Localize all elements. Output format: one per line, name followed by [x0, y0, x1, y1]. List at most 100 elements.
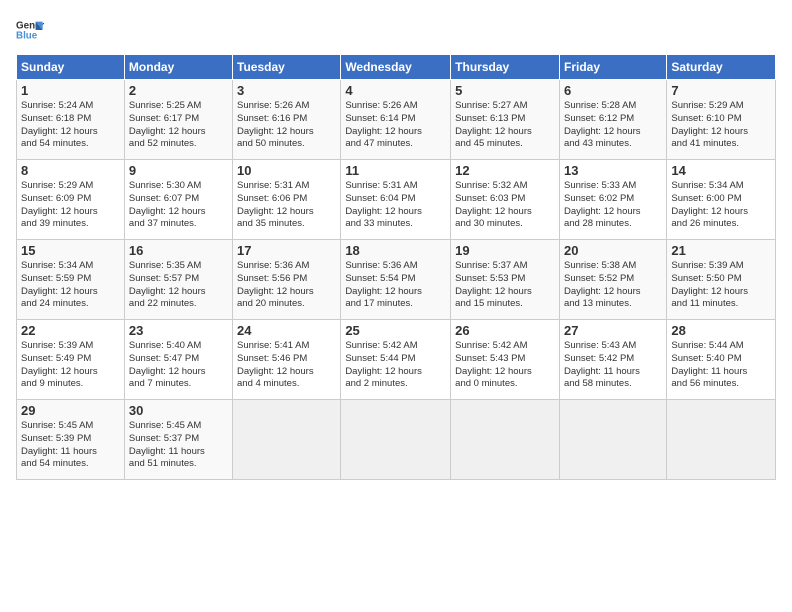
day-info: Sunrise: 5:45 AM Sunset: 5:39 PM Dayligh…	[21, 420, 120, 471]
day-info: Sunrise: 5:26 AM Sunset: 6:16 PM Dayligh…	[237, 100, 336, 151]
calendar-cell: 17 Sunrise: 5:36 AM Sunset: 5:56 PM Dayli…	[233, 240, 341, 320]
day-number: 16	[129, 243, 228, 258]
weekday-header: Friday	[559, 55, 666, 80]
calendar-thead: SundayMondayTuesdayWednesdayThursdayFrid…	[17, 55, 776, 80]
day-number: 23	[129, 323, 228, 338]
calendar-cell: 22Sunrise: 5:39 AM Sunset: 5:49 PM Dayli…	[17, 320, 125, 400]
calendar-cell: 7 Sunrise: 5:29 AM Sunset: 6:10 PM Daylig…	[667, 80, 776, 160]
day-number: 26	[455, 323, 555, 338]
day-info: Sunrise: 5:37 AM Sunset: 5:53 PM Dayligh…	[455, 260, 555, 311]
calendar-cell: 18 Sunrise: 5:36 AM Sunset: 5:54 PM Dayli…	[341, 240, 451, 320]
calendar-cell: 11 Sunrise: 5:31 AM Sunset: 6:04 PM Dayli…	[341, 160, 451, 240]
calendar-cell: 23Sunrise: 5:40 AM Sunset: 5:47 PM Dayli…	[124, 320, 232, 400]
day-number: 7	[671, 83, 771, 98]
day-info: Sunrise: 5:36 AM Sunset: 5:56 PM Dayligh…	[237, 260, 336, 311]
day-number: 9	[129, 163, 228, 178]
calendar-cell: 19 Sunrise: 5:37 AM Sunset: 5:53 PM Dayli…	[451, 240, 560, 320]
calendar-cell: 30 Sunrise: 5:45 AM Sunset: 5:37 PM Dayli…	[124, 400, 232, 480]
day-number: 19	[455, 243, 555, 258]
weekday-header: Wednesday	[341, 55, 451, 80]
day-info: Sunrise: 5:31 AM Sunset: 6:04 PM Dayligh…	[345, 180, 446, 231]
day-number: 10	[237, 163, 336, 178]
day-info: Sunrise: 5:42 AM Sunset: 5:43 PM Dayligh…	[455, 340, 555, 391]
day-info: Sunrise: 5:24 AM Sunset: 6:18 PM Dayligh…	[21, 100, 120, 151]
calendar-cell: 28 Sunrise: 5:44 AM Sunset: 5:40 PM Dayli…	[667, 320, 776, 400]
calendar-cell: 1 Sunrise: 5:24 AM Sunset: 6:18 PM Daylig…	[17, 80, 125, 160]
day-number: 2	[129, 83, 228, 98]
calendar-tbody: 1 Sunrise: 5:24 AM Sunset: 6:18 PM Daylig…	[17, 80, 776, 480]
day-info: Sunrise: 5:31 AM Sunset: 6:06 PM Dayligh…	[237, 180, 336, 231]
day-number: 21	[671, 243, 771, 258]
day-info: Sunrise: 5:27 AM Sunset: 6:13 PM Dayligh…	[455, 100, 555, 151]
weekday-header: Saturday	[667, 55, 776, 80]
day-number: 17	[237, 243, 336, 258]
day-number: 22	[21, 323, 120, 338]
calendar-week-row: 1 Sunrise: 5:24 AM Sunset: 6:18 PM Daylig…	[17, 80, 776, 160]
calendar-cell: 29Sunrise: 5:45 AM Sunset: 5:39 PM Dayli…	[17, 400, 125, 480]
calendar-cell	[341, 400, 451, 480]
day-number: 1	[21, 83, 120, 98]
calendar-cell: 3Sunrise: 5:26 AM Sunset: 6:16 PM Daylig…	[233, 80, 341, 160]
calendar-cell: 8Sunrise: 5:29 AM Sunset: 6:09 PM Daylig…	[17, 160, 125, 240]
calendar-cell: 16Sunrise: 5:35 AM Sunset: 5:57 PM Dayli…	[124, 240, 232, 320]
day-number: 11	[345, 163, 446, 178]
weekday-header: Thursday	[451, 55, 560, 80]
day-info: Sunrise: 5:25 AM Sunset: 6:17 PM Dayligh…	[129, 100, 228, 151]
logo: General Blue	[16, 16, 46, 44]
day-info: Sunrise: 5:41 AM Sunset: 5:46 PM Dayligh…	[237, 340, 336, 391]
day-info: Sunrise: 5:30 AM Sunset: 6:07 PM Dayligh…	[129, 180, 228, 231]
day-info: Sunrise: 5:26 AM Sunset: 6:14 PM Dayligh…	[345, 100, 446, 151]
header-row: SundayMondayTuesdayWednesdayThursdayFrid…	[17, 55, 776, 80]
calendar-week-row: 15 Sunrise: 5:34 AM Sunset: 5:59 PM Dayli…	[17, 240, 776, 320]
day-number: 5	[455, 83, 555, 98]
day-info: Sunrise: 5:34 AM Sunset: 6:00 PM Dayligh…	[671, 180, 771, 231]
calendar-header: General Blue	[16, 16, 776, 44]
svg-text:Blue: Blue	[16, 30, 38, 41]
calendar-cell: 2 Sunrise: 5:25 AM Sunset: 6:17 PM Daylig…	[124, 80, 232, 160]
calendar-cell: 12Sunrise: 5:32 AM Sunset: 6:03 PM Dayli…	[451, 160, 560, 240]
day-info: Sunrise: 5:28 AM Sunset: 6:12 PM Dayligh…	[564, 100, 662, 151]
calendar-cell: 14 Sunrise: 5:34 AM Sunset: 6:00 PM Dayli…	[667, 160, 776, 240]
calendar-cell	[667, 400, 776, 480]
calendar-cell: 15 Sunrise: 5:34 AM Sunset: 5:59 PM Dayli…	[17, 240, 125, 320]
day-number: 27	[564, 323, 662, 338]
calendar-cell: 27 Sunrise: 5:43 AM Sunset: 5:42 PM Dayli…	[559, 320, 666, 400]
calendar-cell: 9 Sunrise: 5:30 AM Sunset: 6:07 PM Daylig…	[124, 160, 232, 240]
day-number: 25	[345, 323, 446, 338]
weekday-header: Monday	[124, 55, 232, 80]
calendar-cell: 20 Sunrise: 5:38 AM Sunset: 5:52 PM Dayli…	[559, 240, 666, 320]
calendar-container: General Blue SundayMondayTuesdayWednesda…	[0, 0, 792, 612]
day-number: 30	[129, 403, 228, 418]
calendar-cell: 26 Sunrise: 5:42 AM Sunset: 5:43 PM Dayli…	[451, 320, 560, 400]
calendar-cell: 10 Sunrise: 5:31 AM Sunset: 6:06 PM Dayli…	[233, 160, 341, 240]
calendar-cell	[451, 400, 560, 480]
day-info: Sunrise: 5:29 AM Sunset: 6:10 PM Dayligh…	[671, 100, 771, 151]
calendar-week-row: 8Sunrise: 5:29 AM Sunset: 6:09 PM Daylig…	[17, 160, 776, 240]
day-number: 28	[671, 323, 771, 338]
calendar-cell: 24 Sunrise: 5:41 AM Sunset: 5:46 PM Dayli…	[233, 320, 341, 400]
day-info: Sunrise: 5:39 AM Sunset: 5:50 PM Dayligh…	[671, 260, 771, 311]
calendar-week-row: 22Sunrise: 5:39 AM Sunset: 5:49 PM Dayli…	[17, 320, 776, 400]
calendar-cell: 4Sunrise: 5:26 AM Sunset: 6:14 PM Daylig…	[341, 80, 451, 160]
day-number: 20	[564, 243, 662, 258]
day-info: Sunrise: 5:45 AM Sunset: 5:37 PM Dayligh…	[129, 420, 228, 471]
day-info: Sunrise: 5:44 AM Sunset: 5:40 PM Dayligh…	[671, 340, 771, 391]
day-info: Sunrise: 5:42 AM Sunset: 5:44 PM Dayligh…	[345, 340, 446, 391]
calendar-week-row: 29Sunrise: 5:45 AM Sunset: 5:39 PM Dayli…	[17, 400, 776, 480]
day-info: Sunrise: 5:43 AM Sunset: 5:42 PM Dayligh…	[564, 340, 662, 391]
day-number: 15	[21, 243, 120, 258]
calendar-cell: 25 Sunrise: 5:42 AM Sunset: 5:44 PM Dayli…	[341, 320, 451, 400]
weekday-header: Sunday	[17, 55, 125, 80]
day-number: 24	[237, 323, 336, 338]
day-number: 14	[671, 163, 771, 178]
calendar-cell: 21 Sunrise: 5:39 AM Sunset: 5:50 PM Dayli…	[667, 240, 776, 320]
calendar-cell	[559, 400, 666, 480]
day-info: Sunrise: 5:38 AM Sunset: 5:52 PM Dayligh…	[564, 260, 662, 311]
day-number: 12	[455, 163, 555, 178]
calendar-cell: 6Sunrise: 5:28 AM Sunset: 6:12 PM Daylig…	[559, 80, 666, 160]
day-info: Sunrise: 5:36 AM Sunset: 5:54 PM Dayligh…	[345, 260, 446, 311]
day-number: 18	[345, 243, 446, 258]
logo-icon: General Blue	[16, 16, 44, 44]
day-info: Sunrise: 5:34 AM Sunset: 5:59 PM Dayligh…	[21, 260, 120, 311]
calendar-cell	[233, 400, 341, 480]
